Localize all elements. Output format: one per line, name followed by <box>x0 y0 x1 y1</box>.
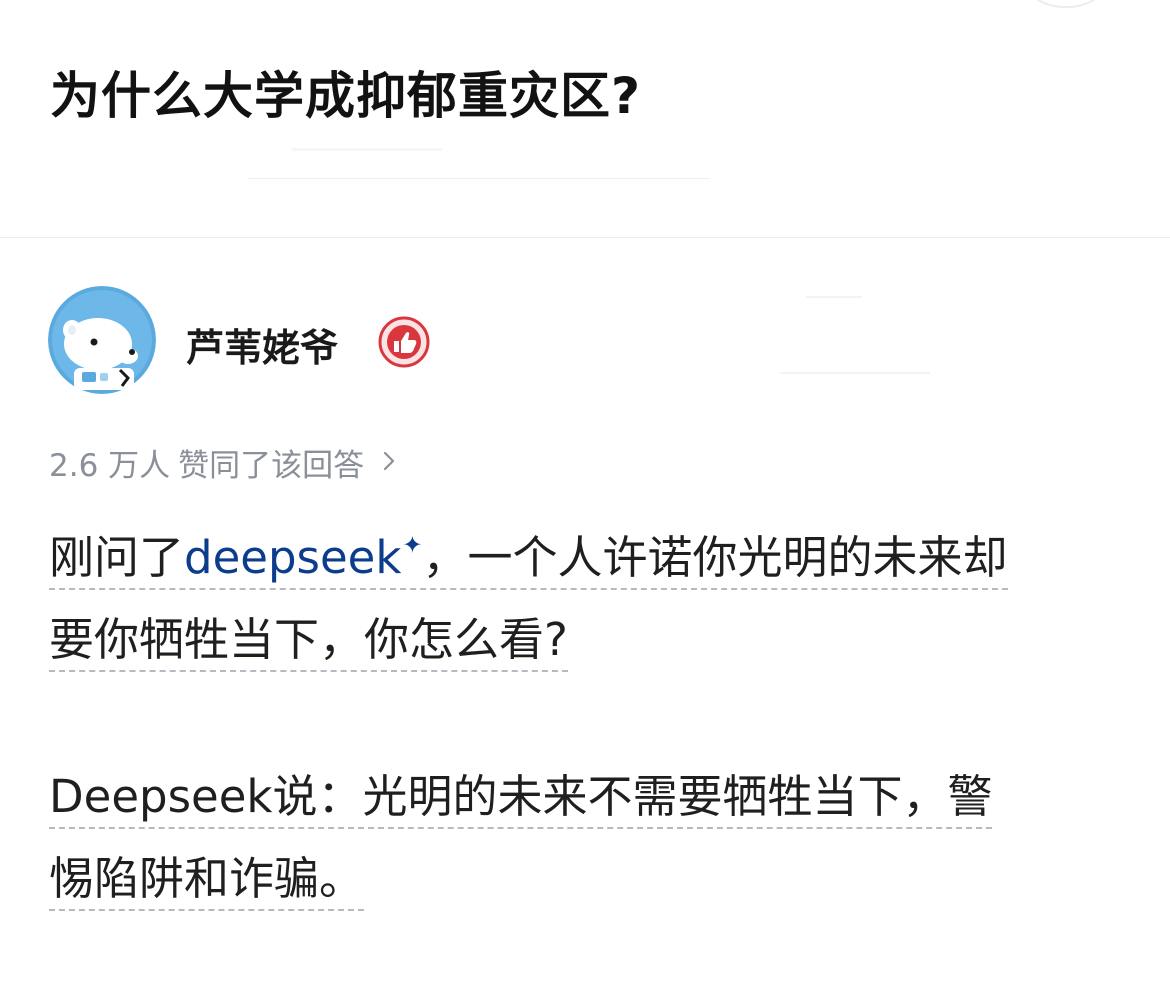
thumbs-up-badge-icon <box>378 316 430 368</box>
top-corner-circle-button[interactable] <box>1012 0 1120 8</box>
answer-text: ，一个人许诺你光明的未来却 <box>422 531 1008 584</box>
faded-mark <box>248 178 710 179</box>
answer-text: 要你牺牲当下，你怎么看? <box>49 613 568 672</box>
answer-line: 惕陷阱和诈骗。 <box>49 849 365 911</box>
polar-bear-avatar-icon <box>48 286 156 394</box>
author-name[interactable]: 芦苇姥爷 <box>186 317 338 372</box>
faded-mark <box>806 296 862 298</box>
faded-mark <box>292 148 442 151</box>
vote-text: 赞同了该回答 <box>178 448 365 484</box>
author-avatar[interactable] <box>48 286 156 394</box>
sparkle-icon: ✦ <box>402 531 423 559</box>
answer-line: 刚问了deepseek✦，一个人许诺你光明的未来却 <box>49 528 1008 595</box>
section-divider <box>0 237 1170 238</box>
faded-mark <box>780 372 930 374</box>
answer-text: 刚问了 <box>49 531 185 584</box>
answer-text: Deepseek说：光明的未来不需要牺牲当下，警 <box>49 770 993 829</box>
answer-text: 惕陷阱和诈骗。 <box>49 852 365 911</box>
answer-line: Deepseek说：光明的未来不需要牺牲当下，警 <box>49 767 993 829</box>
question-title[interactable]: 为什么大学成抑郁重灾区? <box>50 56 641 128</box>
deepseek-link[interactable]: deepseek <box>184 531 401 584</box>
vote-count: 2.6 万人 <box>49 448 171 484</box>
answer-line: 要你牺牲当下，你怎么看? <box>49 610 568 672</box>
chevron-right-icon <box>382 445 396 481</box>
vote-summary[interactable]: 2.6 万人 赞同了该回答 <box>49 440 396 485</box>
